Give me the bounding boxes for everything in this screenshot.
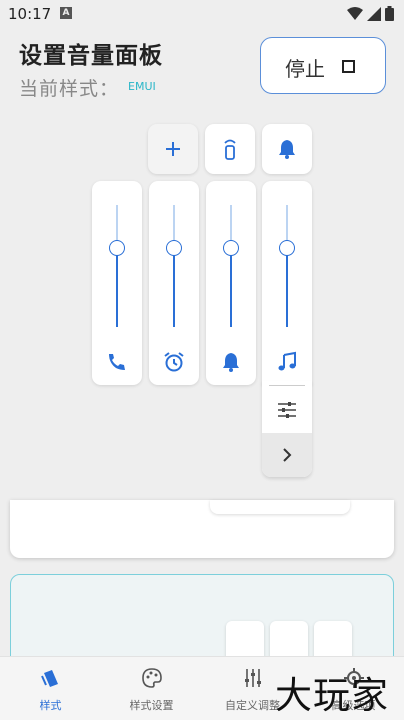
slider-thumb[interactable] <box>279 239 295 256</box>
nav-label: 样式 <box>39 699 62 712</box>
slider-thumb[interactable] <box>223 239 239 256</box>
remote-icon <box>224 139 236 160</box>
tune-icon[interactable] <box>277 401 297 419</box>
notification-volume-slider[interactable] <box>206 181 256 385</box>
bell-icon <box>279 140 295 159</box>
call-volume-slider[interactable] <box>92 181 142 385</box>
signal-icon <box>367 6 381 21</box>
expand-button[interactable] <box>262 433 312 477</box>
bell-icon <box>223 353 239 372</box>
notification-a-icon: A <box>60 7 72 19</box>
remote-button[interactable] <box>205 124 255 174</box>
style-icon <box>41 670 58 687</box>
stop-icon <box>342 60 355 73</box>
status-bar: 10:17 A <box>0 0 404 28</box>
nav-item-style-settings[interactable]: 样式设置 <box>101 657 202 720</box>
alarm-icon <box>164 352 184 372</box>
status-icons <box>347 6 394 21</box>
stop-button[interactable]: 停止 <box>260 37 386 94</box>
add-button[interactable] <box>148 124 198 174</box>
tune-icon <box>245 669 261 687</box>
phone-icon <box>109 354 125 370</box>
music-icon <box>278 351 296 371</box>
current-style-value: EMUI <box>128 80 156 93</box>
style-card-emui-preview <box>210 500 350 514</box>
nav-item-style[interactable]: 样式 <box>0 657 101 720</box>
status-time: 10:17 <box>8 5 52 23</box>
battery-icon <box>385 6 394 21</box>
media-volume-slider[interactable] <box>262 181 312 385</box>
nav-label: 样式设置 <box>129 699 174 712</box>
divider <box>269 385 305 386</box>
palette-icon <box>142 668 162 688</box>
media-extension <box>262 381 312 477</box>
watermark: 大玩家 <box>275 674 389 717</box>
alarm-volume-slider[interactable] <box>149 181 199 385</box>
slider-thumb[interactable] <box>109 239 125 256</box>
page-title: 设置音量面板 <box>19 43 163 69</box>
plus-icon <box>166 142 180 156</box>
stop-button-label: 停止 <box>285 57 325 81</box>
current-style-label: 当前样式： <box>19 78 120 100</box>
ring-mode-button[interactable] <box>262 124 312 174</box>
chevron-right-icon <box>283 448 292 462</box>
wifi-icon <box>347 6 363 20</box>
slider-thumb[interactable] <box>166 239 182 256</box>
